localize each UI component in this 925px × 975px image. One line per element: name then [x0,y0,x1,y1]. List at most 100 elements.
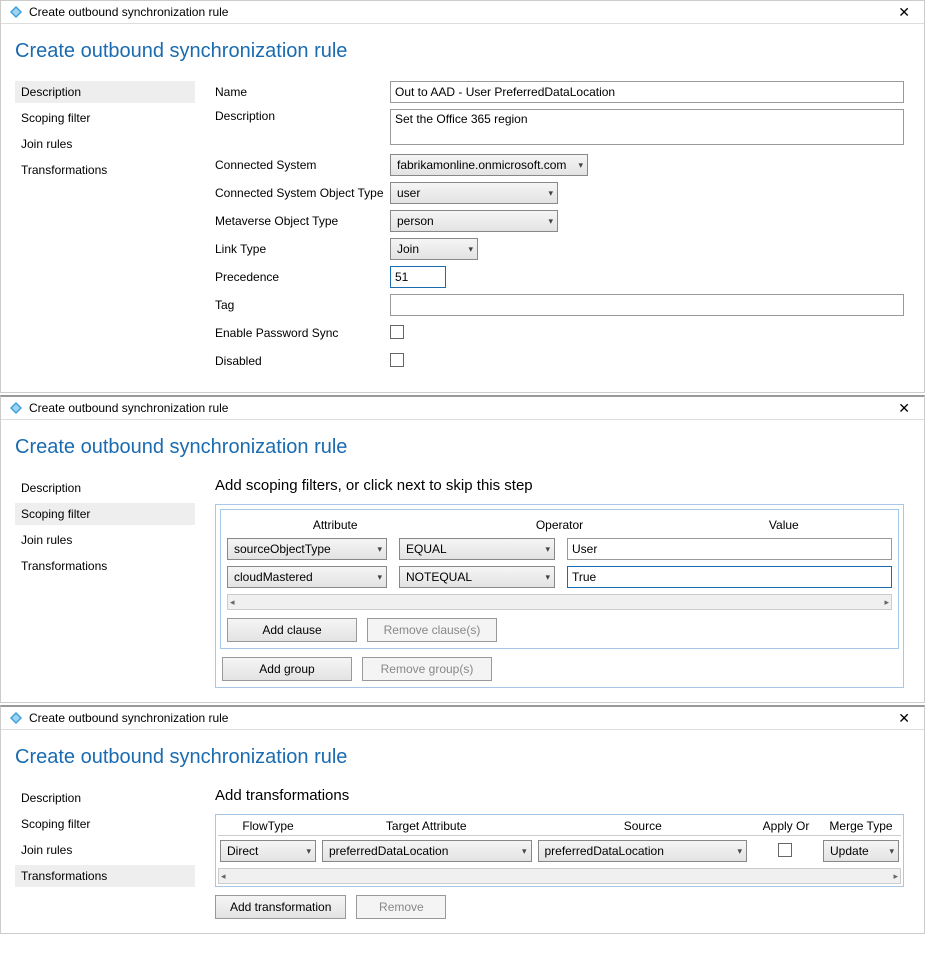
col-attribute: Attribute [229,518,441,532]
close-button[interactable]: ✕ [892,401,916,415]
remove-groups-button[interactable]: Remove group(s) [362,657,492,681]
remove-transformation-button[interactable]: Remove [356,895,446,919]
nav-transformations[interactable]: Transformations [15,865,195,887]
page-title: Create outbound synchronization rule [15,40,904,63]
label-mv-object-type: Metaverse Object Type [215,214,390,228]
label-connected-system: Connected System [215,158,390,172]
nav-scoping-filter[interactable]: Scoping filter [15,813,195,835]
merge-type-dropdown[interactable]: Update▾ [823,840,899,862]
filter-clause: cloudMastered▾ NOTEQUAL▾ [227,566,892,588]
window-title: Create outbound synchronization rule [29,401,892,415]
nav-scoping-filter[interactable]: Scoping filter [15,503,195,525]
scoping-heading: Add scoping filters, or click next to sk… [215,477,904,494]
enable-pw-sync-checkbox[interactable] [390,325,404,339]
titlebar: Create outbound synchronization rule ✕ [1,1,924,24]
form-area: Name Description Set the Office 365 regi… [195,81,904,378]
col-flowtype: FlowType [218,819,318,833]
titlebar: Create outbound synchronization rule ✕ [1,707,924,730]
col-value: Value [678,518,890,532]
link-type-dropdown[interactable]: Join▾ [390,238,478,260]
nav-transformations[interactable]: Transformations [15,555,195,577]
col-merge-type: Merge Type [821,819,901,833]
horizontal-scrollbar[interactable]: ◂▸ [218,868,901,884]
operator-dropdown[interactable]: NOTEQUAL▾ [399,566,555,588]
nav-description[interactable]: Description [15,477,195,499]
transformations-heading: Add transformations [215,787,904,804]
close-button[interactable]: ✕ [892,711,916,725]
tag-input[interactable] [390,294,904,316]
chevron-down-icon: ▾ [522,846,527,857]
filter-columns-header: Attribute Operator Value [227,516,892,538]
window-title: Create outbound synchronization rule [29,711,892,725]
target-attribute-dropdown[interactable]: preferredDataLocation▾ [322,840,532,862]
close-button[interactable]: ✕ [892,5,916,19]
scoping-area: Add scoping filters, or click next to sk… [195,477,904,688]
wizard-nav: Description Scoping filter Join rules Tr… [15,477,195,688]
attribute-dropdown[interactable]: sourceObjectType▾ [227,538,387,560]
name-input[interactable] [390,81,904,103]
flowtype-dropdown[interactable]: Direct▾ [220,840,316,862]
label-cs-object-type: Connected System Object Type [215,186,390,200]
nav-description[interactable]: Description [15,81,195,103]
page-title: Create outbound synchronization rule [15,746,904,769]
chevron-down-icon: ▾ [545,572,550,583]
label-precedence: Precedence [215,270,390,284]
panel-transformations: Create outbound synchronization rule ✕ C… [0,705,925,934]
label-tag: Tag [215,298,390,312]
transformations-grid: FlowType Target Attribute Source Apply O… [215,814,904,887]
nav-transformations[interactable]: Transformations [15,159,195,181]
col-apply-once: Apply Or [751,819,821,833]
titlebar: Create outbound synchronization rule ✕ [1,397,924,420]
filter-clause: sourceObjectType▾ EQUAL▾ [227,538,892,560]
chevron-down-icon: ▾ [548,188,553,199]
wizard-nav: Description Scoping filter Join rules Tr… [15,787,195,919]
chevron-down-icon: ▾ [548,216,553,227]
description-input[interactable]: Set the Office 365 region [390,109,904,145]
source-dropdown[interactable]: preferredDataLocation▾ [538,840,748,862]
nav-scoping-filter[interactable]: Scoping filter [15,107,195,129]
app-icon [9,711,23,725]
label-disabled: Disabled [215,354,390,368]
page-title: Create outbound synchronization rule [15,436,904,459]
filter-group: Attribute Operator Value sourceObjectTyp… [215,504,904,688]
panel-scoping-filter: Create outbound synchronization rule ✕ C… [0,395,925,703]
app-icon [9,5,23,19]
chevron-down-icon: ▾ [377,544,382,555]
chevron-down-icon: ▾ [306,846,311,857]
add-transformation-button[interactable]: Add transformation [215,895,346,919]
wizard-nav: Description Scoping filter Join rules Tr… [15,81,195,378]
app-icon [9,401,23,415]
nav-description[interactable]: Description [15,787,195,809]
add-group-button[interactable]: Add group [222,657,352,681]
apply-once-checkbox[interactable] [778,843,792,857]
label-enable-pw-sync: Enable Password Sync [215,326,390,340]
operator-dropdown[interactable]: EQUAL▾ [399,538,555,560]
label-name: Name [215,85,390,99]
nav-join-rules[interactable]: Join rules [15,133,195,155]
value-input[interactable] [567,538,892,560]
chevron-down-icon: ▾ [889,846,894,857]
label-link-type: Link Type [215,242,390,256]
precedence-input[interactable] [390,266,446,288]
panel-description: Create outbound synchronization rule ✕ C… [0,0,925,393]
remove-clauses-button[interactable]: Remove clause(s) [367,618,497,642]
disabled-checkbox[interactable] [390,353,404,367]
mv-object-type-dropdown[interactable]: person▾ [390,210,558,232]
transformations-columns-header: FlowType Target Attribute Source Apply O… [218,817,901,836]
attribute-dropdown[interactable]: cloudMastered▾ [227,566,387,588]
cs-object-type-dropdown[interactable]: user▾ [390,182,558,204]
chevron-down-icon: ▾ [377,572,382,583]
horizontal-scrollbar[interactable]: ◂▸ [227,594,892,610]
transformation-row: Direct▾ preferredDataLocation▾ preferred… [218,836,901,866]
value-input[interactable] [567,566,892,588]
chevron-down-icon: ▾ [578,160,583,171]
col-source: Source [535,819,752,833]
label-description: Description [215,109,390,123]
add-clause-button[interactable]: Add clause [227,618,357,642]
col-operator: Operator [453,518,665,532]
nav-join-rules[interactable]: Join rules [15,529,195,551]
connected-system-dropdown[interactable]: fabrikamonline.onmicrosoft.com▾ [390,154,588,176]
chevron-down-icon: ▾ [545,544,550,555]
nav-join-rules[interactable]: Join rules [15,839,195,861]
col-target-attribute: Target Attribute [318,819,535,833]
